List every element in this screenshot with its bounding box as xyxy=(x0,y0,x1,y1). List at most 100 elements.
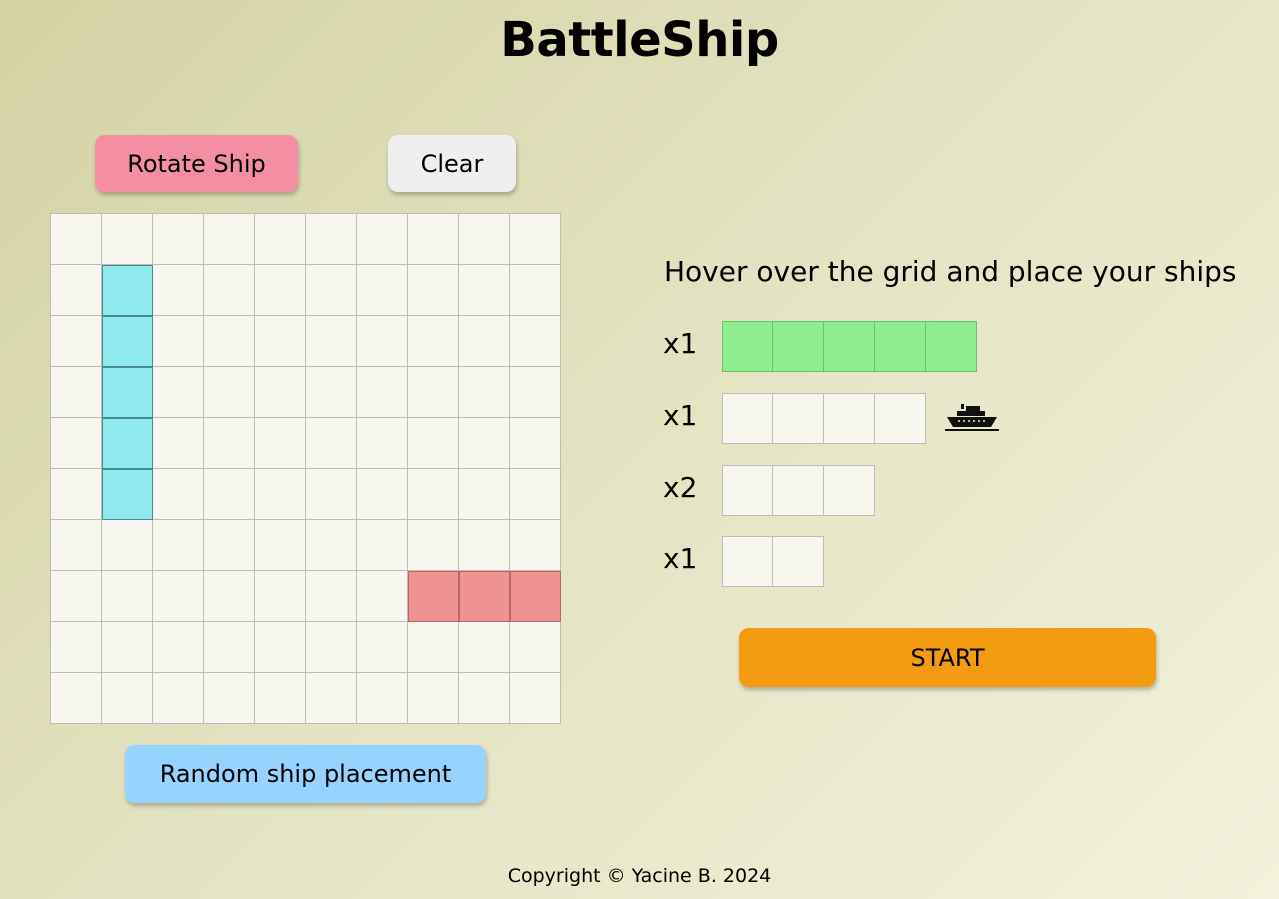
grid-cell[interactable] xyxy=(255,265,306,316)
grid-cell[interactable] xyxy=(510,469,561,520)
grid-cell[interactable] xyxy=(204,622,255,673)
grid-cell[interactable] xyxy=(306,367,357,418)
grid-cell[interactable] xyxy=(408,418,459,469)
grid-cell[interactable] xyxy=(510,214,561,265)
grid-cell[interactable] xyxy=(204,571,255,622)
grid-cell[interactable] xyxy=(102,622,153,673)
ship-destroyer[interactable] xyxy=(722,536,824,587)
grid-cell[interactable] xyxy=(459,520,510,571)
grid-cell[interactable] xyxy=(204,316,255,367)
grid-cell[interactable] xyxy=(255,367,306,418)
grid-cell[interactable] xyxy=(357,265,408,316)
grid-cell[interactable] xyxy=(510,316,561,367)
grid-cell[interactable] xyxy=(459,265,510,316)
grid-cell[interactable] xyxy=(204,265,255,316)
grid-cell[interactable] xyxy=(408,622,459,673)
grid-cell[interactable] xyxy=(51,214,102,265)
grid-cell[interactable] xyxy=(255,214,306,265)
grid-cell[interactable] xyxy=(459,469,510,520)
grid-cell[interactable] xyxy=(153,316,204,367)
grid-cell[interactable] xyxy=(306,571,357,622)
grid-cell[interactable] xyxy=(510,622,561,673)
grid-cell[interactable] xyxy=(153,571,204,622)
grid-cell[interactable] xyxy=(357,520,408,571)
grid-cell[interactable] xyxy=(204,673,255,724)
grid-cell[interactable] xyxy=(306,316,357,367)
grid-cell[interactable] xyxy=(510,418,561,469)
grid-cell[interactable] xyxy=(102,520,153,571)
grid-cell[interactable] xyxy=(255,571,306,622)
grid-cell-ship[interactable] xyxy=(459,571,510,622)
grid-cell[interactable] xyxy=(306,418,357,469)
grid-cell[interactable] xyxy=(153,520,204,571)
grid-cell[interactable] xyxy=(408,214,459,265)
grid-cell[interactable] xyxy=(255,520,306,571)
grid-cell[interactable] xyxy=(51,367,102,418)
grid-cell[interactable] xyxy=(153,418,204,469)
grid-cell[interactable] xyxy=(357,469,408,520)
grid-cell[interactable] xyxy=(51,469,102,520)
grid-cell[interactable] xyxy=(255,622,306,673)
grid-cell[interactable] xyxy=(255,316,306,367)
grid-cell[interactable] xyxy=(306,520,357,571)
grid-cell[interactable] xyxy=(408,469,459,520)
grid-cell[interactable] xyxy=(204,469,255,520)
grid-cell[interactable] xyxy=(357,367,408,418)
grid-cell-ship[interactable] xyxy=(102,469,153,520)
grid-cell[interactable] xyxy=(459,418,510,469)
grid-cell[interactable] xyxy=(255,469,306,520)
grid-cell[interactable] xyxy=(510,520,561,571)
grid-cell[interactable] xyxy=(153,265,204,316)
rotate-ship-button[interactable]: Rotate Ship xyxy=(95,135,298,192)
start-button[interactable]: START xyxy=(739,628,1156,687)
clear-button[interactable]: Clear xyxy=(388,135,516,192)
grid-cell[interactable] xyxy=(255,673,306,724)
grid-cell[interactable] xyxy=(204,367,255,418)
grid-cell[interactable] xyxy=(408,673,459,724)
grid-cell[interactable] xyxy=(51,571,102,622)
grid-cell[interactable] xyxy=(357,571,408,622)
grid-cell[interactable] xyxy=(51,316,102,367)
grid-cell[interactable] xyxy=(51,520,102,571)
grid-cell[interactable] xyxy=(153,367,204,418)
ship-cruiser[interactable] xyxy=(722,465,875,516)
grid-cell[interactable] xyxy=(204,520,255,571)
grid-cell[interactable] xyxy=(306,622,357,673)
grid-cell[interactable] xyxy=(306,214,357,265)
grid-cell[interactable] xyxy=(357,673,408,724)
grid-cell[interactable] xyxy=(102,673,153,724)
grid-cell[interactable] xyxy=(153,622,204,673)
grid-cell[interactable] xyxy=(357,316,408,367)
grid-cell[interactable] xyxy=(459,673,510,724)
grid-cell[interactable] xyxy=(459,622,510,673)
grid-cell-ship[interactable] xyxy=(102,265,153,316)
grid-cell[interactable] xyxy=(153,469,204,520)
grid-cell[interactable] xyxy=(408,265,459,316)
grid-cell-ship[interactable] xyxy=(102,367,153,418)
grid-cell[interactable] xyxy=(408,367,459,418)
grid-cell[interactable] xyxy=(51,622,102,673)
grid-cell[interactable] xyxy=(153,673,204,724)
grid-cell[interactable] xyxy=(306,673,357,724)
grid-cell[interactable] xyxy=(510,673,561,724)
grid-cell[interactable] xyxy=(357,622,408,673)
grid-cell-ship[interactable] xyxy=(510,571,561,622)
grid-cell[interactable] xyxy=(102,571,153,622)
grid-cell[interactable] xyxy=(51,265,102,316)
player-board-grid[interactable] xyxy=(50,213,562,725)
grid-cell[interactable] xyxy=(153,214,204,265)
ship-carrier[interactable] xyxy=(722,321,977,372)
grid-cell[interactable] xyxy=(459,214,510,265)
ship-battleship[interactable] xyxy=(722,393,926,444)
grid-cell[interactable] xyxy=(459,316,510,367)
grid-cell-ship[interactable] xyxy=(102,316,153,367)
grid-cell[interactable] xyxy=(357,418,408,469)
grid-cell[interactable] xyxy=(408,316,459,367)
grid-cell[interactable] xyxy=(255,418,306,469)
grid-cell[interactable] xyxy=(204,418,255,469)
grid-cell[interactable] xyxy=(408,520,459,571)
grid-cell[interactable] xyxy=(204,214,255,265)
grid-cell-ship[interactable] xyxy=(408,571,459,622)
grid-cell[interactable] xyxy=(510,367,561,418)
grid-cell[interactable] xyxy=(510,265,561,316)
